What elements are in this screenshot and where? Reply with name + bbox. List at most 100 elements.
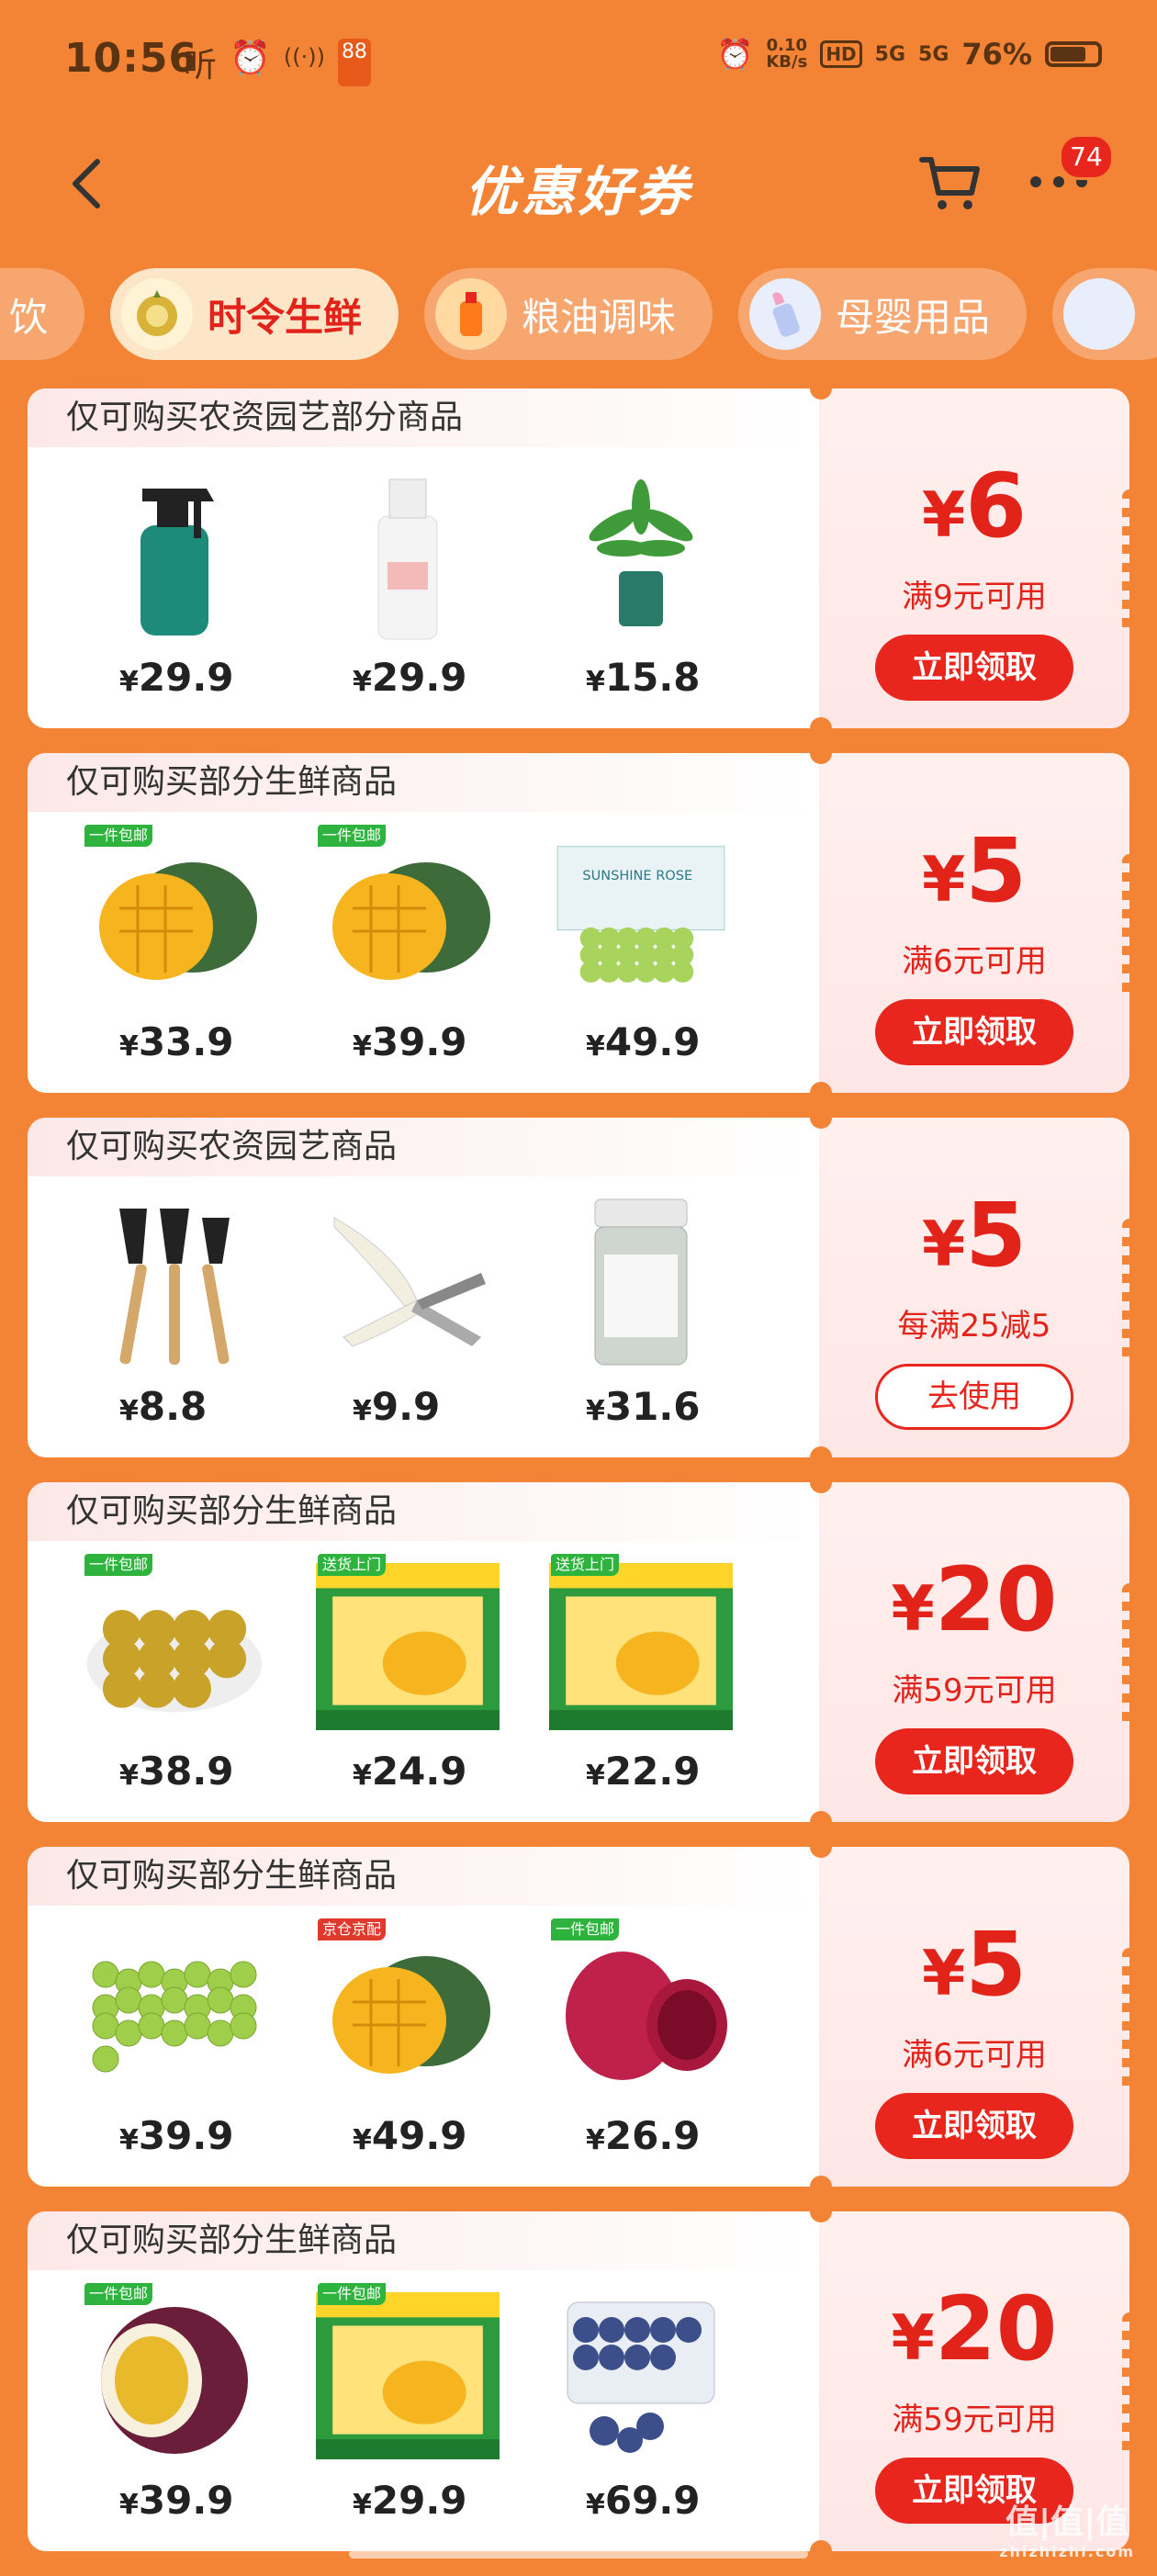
claim-coupon-button[interactable]: 立即领取 [875,1728,1073,1794]
coupon-condition: 每满25减5 [897,1308,1051,1344]
product-price: ¥29.9 [119,655,234,700]
coupon-edge [1122,1583,1137,1730]
alarm-icon: ⏰ [230,39,271,77]
coupon-card[interactable]: 仅可购买农资园艺商品 ¥8.8 ¥9.9 ¥31.6 ¥5 每满25减5 去使用 [28,1107,1137,1468]
product-item[interactable]: 一件包邮 ¥39.9 [298,821,531,1064]
claim-coupon-button[interactable]: 立即领取 [875,999,1073,1065]
product-item[interactable]: 一件包邮 ¥26.9 [531,1915,764,2158]
product-item[interactable]: ¥8.8 [64,1186,298,1429]
longan-plate-icon: 一件包邮 [83,1550,266,1743]
product-item[interactable]: ¥29.9 [298,456,531,700]
product-price: ¥24.9 [353,1749,467,1794]
tab-grain-oil[interactable]: 粮油调味 [424,268,713,360]
coupon-value-area: ¥20 满59元可用 立即领取 [819,1482,1137,1822]
coupon-card[interactable]: 仅可购买部分生鲜商品 一件包邮 ¥38.9 送货上门 ¥24.9 送货上门 ¥2… [28,1471,1137,1833]
mango-icon: 一件包邮 [83,821,266,1014]
coupon-amount: ¥6 [921,455,1028,557]
product-price: ¥39.9 [119,2478,234,2523]
hd-icon: HD [820,40,862,68]
coupon-title: 仅可购买农资园艺商品 [28,1118,819,1176]
app-notification-icon: 88 [337,39,371,86]
product-tag: 一件包邮 [318,825,387,847]
lotion-bottle-icon [316,456,500,649]
product-item[interactable]: ¥9.9 [298,1186,531,1429]
coupon-condition: 满9元可用 [902,579,1047,615]
coupon-products-area: 仅可购买部分生鲜商品 一件包邮 ¥38.9 送货上门 ¥24.9 送货上门 ¥2… [28,1482,819,1822]
status-right-icons: ⏰ 0.10 KB/s HD 5G 5G 76% [716,36,1102,72]
alarm-icon: ⏰ [716,37,754,72]
cart-icon[interactable] [918,152,983,213]
product-price: ¥29.9 [353,655,467,700]
tab-more-partial[interactable] [1052,268,1157,360]
coupon-notch [810,2200,832,2222]
category-tabs: 饮 时令生鲜 粮油调味 母婴用品 [0,268,1157,373]
product-list: ¥39.9 京仓京配 ¥49.9 一件包邮 ¥26.9 [28,1915,819,2158]
coupon-title: 仅可购买部分生鲜商品 [28,2211,819,2270]
battery-percent: 76% [961,37,1032,72]
product-item[interactable]: 京仓京配 ¥49.9 [298,1915,531,2158]
product-tag: 送货上门 [551,1554,620,1576]
coupon-amount: ¥20 [891,2278,1058,2380]
coupon-amount: ¥5 [921,1184,1028,1287]
coupon-title: 仅可购买部分生鲜商品 [28,1482,819,1541]
coupon-edge [1122,854,1137,1001]
coupon-title: 仅可购买部分生鲜商品 [28,753,819,812]
claim-coupon-button[interactable]: 立即领取 [875,2093,1073,2159]
coupon-products-area: 仅可购买部分生鲜商品 ¥39.9 京仓京配 ¥49.9 一件包邮 ¥26.9 [28,1847,819,2187]
coupon-products-area: 仅可购买农资园艺部分商品 ¥29.9 ¥29.9 ¥15.8 [28,388,819,728]
product-item[interactable]: 一件包邮 ¥29.9 [298,2279,531,2523]
product-item[interactable]: 一件包邮 ¥33.9 [64,821,298,1064]
tab-drinks[interactable]: 饮 [0,268,85,360]
product-tag: 一件包邮 [318,2283,387,2305]
product-item[interactable]: ¥31.6 [531,1186,764,1429]
svg-text:SUNSHINE ROSE: SUNSHINE ROSE [582,869,692,883]
product-item[interactable]: SUNSHINE ROSE ¥49.9 [531,821,764,1064]
tab-baby[interactable]: 母婴用品 [738,268,1028,360]
product-price: ¥31.6 [586,1384,701,1429]
product-price: ¥29.9 [353,2478,467,2523]
coupon-card[interactable]: 仅可购买部分生鲜商品 ¥39.9 京仓京配 ¥49.9 一件包邮 ¥26.9 ¥… [28,1836,1137,2198]
product-tag: 一件包邮 [84,1554,153,1576]
product-price: ¥9.9 [353,1384,441,1429]
coupon-card[interactable]: 仅可购买部分生鲜商品 一件包邮 ¥33.9 一件包邮 ¥39.9 SUNSHIN… [28,742,1137,1104]
use-coupon-button[interactable]: 去使用 [875,1364,1073,1430]
coupon-products-area: 仅可购买农资园艺商品 ¥8.8 ¥9.9 ¥31.6 [28,1118,819,1457]
product-list: 一件包邮 ¥39.9 一件包邮 ¥29.9 ¥69.9 [28,2279,819,2523]
product-item[interactable]: ¥29.9 [64,456,298,700]
product-item[interactable]: ¥15.8 [531,456,764,700]
product-list: ¥29.9 ¥29.9 ¥15.8 [28,456,819,700]
product-price: ¥22.9 [586,1749,701,1794]
product-price: ¥38.9 [119,1749,234,1794]
coupon-condition: 满59元可用 [892,2402,1057,2438]
signal-5g-icon: 5G [874,42,906,66]
coupon-edge [1122,1219,1137,1366]
product-item[interactable]: 一件包邮 ¥39.9 [64,2279,298,2523]
product-item[interactable]: 送货上门 ¥22.9 [531,1550,764,1794]
product-price: ¥69.9 [586,2478,701,2523]
listen-app-icon: 听 [184,47,218,84]
tab-fresh[interactable]: 时令生鲜 [110,268,399,360]
product-item[interactable]: ¥39.9 [64,1915,298,2158]
green-grapes-icon [83,1915,266,2108]
product-item[interactable]: ¥69.9 [531,2279,764,2523]
coupon-card[interactable]: 仅可购买部分生鲜商品 一件包邮 ¥39.9 一件包邮 ¥29.9 ¥69.9 ¥… [28,2200,1137,2562]
claim-coupon-button[interactable]: 立即领取 [875,635,1073,701]
coupon-notch [810,2540,832,2562]
status-bar: 10:56 听 ⏰ ((·)) 88 ⏰ 0.10 KB/s HD 5G 5G 7… [0,0,1157,119]
durian-icon [121,278,194,350]
cart-badge: 74 [1059,134,1114,180]
oil-bottle-icon [435,278,508,350]
mango-box-icon: 送货上门 [316,1550,500,1743]
status-time: 10:56 [64,35,198,82]
coupon-notch [810,1107,832,1129]
grapes-box-icon: SUNSHINE ROSE [549,821,733,1014]
net-speed: 0.10 KB/s [766,36,808,72]
tab-label: 饮 [9,294,49,340]
product-item[interactable]: 送货上门 ¥24.9 [298,1550,531,1794]
coupon-card[interactable]: 仅可购买农资园艺部分商品 ¥29.9 ¥29.9 ¥15.8 ¥6 满9元可用 … [28,377,1137,739]
pill-jar-icon [549,1186,733,1378]
passion-fruit-icon: 一件包邮 [83,2279,266,2472]
product-item[interactable]: 一件包邮 ¥38.9 [64,1550,298,1794]
product-tag: 京仓京配 [318,1918,387,1940]
home-indicator[interactable] [349,2549,808,2559]
